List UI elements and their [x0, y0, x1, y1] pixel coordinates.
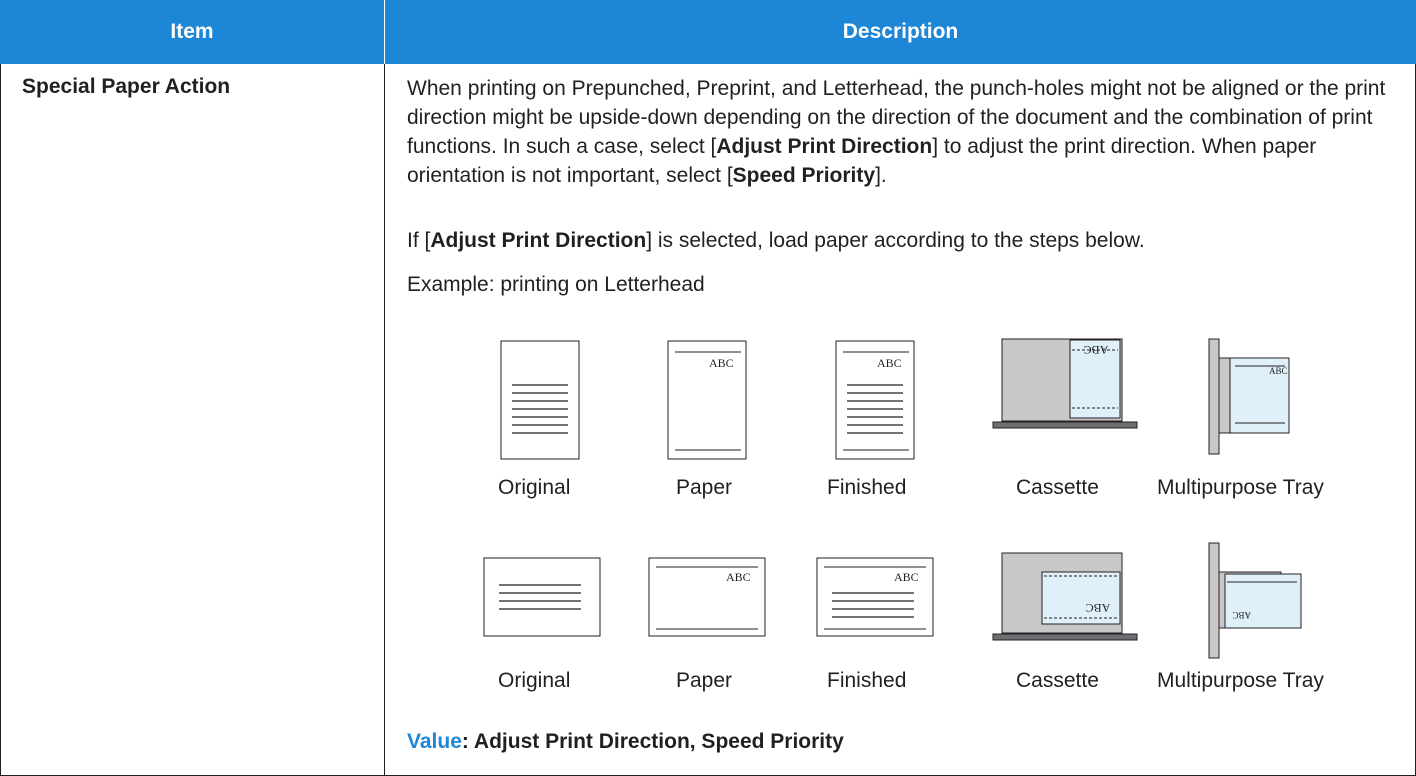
- p1-bold-speed: Speed Priority: [732, 164, 876, 187]
- caption-finished-1: Finished: [827, 476, 907, 499]
- p1-text-d: ].: [875, 164, 887, 187]
- header-item-label: Item: [170, 20, 214, 43]
- abc-flipped-mark: ABC: [1086, 601, 1111, 615]
- abc-mark: ABC: [1269, 366, 1288, 376]
- caption-cassette-1: Cassette: [1016, 476, 1099, 499]
- caption-paper-2: Paper: [676, 669, 733, 692]
- header-description-label: Description: [842, 20, 959, 43]
- description-paragraph-2: If [Adjust Print Direction] is selected,…: [407, 226, 1387, 255]
- mp-tray-portrait-figure: ABC: [1208, 338, 1290, 455]
- abc-flipped-mark: ABC: [1232, 610, 1251, 620]
- original-portrait-figure: [500, 340, 580, 460]
- caption-mp-tray-2: Multipurpose Tray: [1157, 669, 1324, 692]
- caption-original-2: Original: [498, 669, 571, 692]
- value-label: Value: [407, 730, 462, 753]
- finished-portrait-figure: ABC: [835, 340, 915, 460]
- cassette-landscape-figure: ABC: [992, 552, 1138, 641]
- header-description: Description: [385, 0, 1416, 64]
- p1-bold-adjust: Adjust Print Direction: [716, 135, 933, 158]
- paper-landscape-figure: ABC: [648, 557, 766, 637]
- caption-mp-tray-1: Multipurpose Tray: [1157, 476, 1324, 499]
- p2-bold: Adjust Print Direction: [430, 229, 647, 252]
- abc-flipped-mark: ABC: [1084, 343, 1109, 357]
- value-line: Value: Adjust Print Direction, Speed Pri…: [407, 730, 844, 754]
- caption-paper-1: Paper: [676, 476, 733, 499]
- description-paragraph-1: When printing on Prepunched, Preprint, a…: [407, 74, 1387, 190]
- paper-portrait-figure: ABC: [667, 340, 747, 460]
- abc-mark: ABC: [726, 570, 751, 584]
- item-cell: [0, 64, 385, 776]
- header-item: Item: [0, 0, 385, 64]
- caption-original-1: Original: [498, 476, 571, 499]
- abc-mark: ABC: [894, 570, 919, 584]
- abc-mark: ABC: [709, 356, 734, 370]
- abc-mark: ABC: [877, 356, 902, 370]
- caption-finished-2: Finished: [827, 669, 907, 692]
- description-paragraph-3: Example: printing on Letterhead: [407, 273, 705, 296]
- original-landscape-figure: [483, 557, 601, 637]
- value-text: : Adjust Print Direction, Speed Priority: [461, 730, 844, 753]
- p2-text-c: ] is selected, load paper according to t…: [646, 229, 1145, 252]
- caption-cassette-2: Cassette: [1016, 669, 1099, 692]
- item-name: Special Paper Action: [22, 75, 231, 98]
- cassette-portrait-figure: ABC: [992, 338, 1138, 429]
- p2-text-a: If [: [407, 229, 431, 252]
- finished-landscape-figure: ABC: [816, 557, 934, 637]
- mp-tray-landscape-figure: ABC: [1208, 542, 1302, 659]
